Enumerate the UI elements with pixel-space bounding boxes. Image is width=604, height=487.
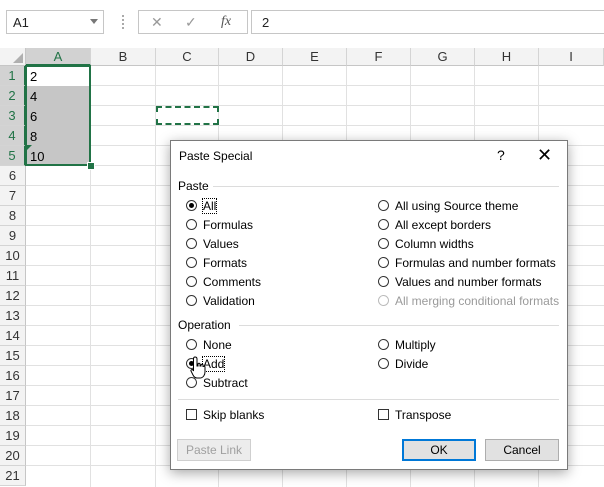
option-label: Formulas and number formats <box>395 256 556 270</box>
radio-icon <box>378 276 389 287</box>
row-header[interactable]: 12 <box>0 286 26 306</box>
operation-section-label: Operation <box>178 318 231 332</box>
row-header[interactable]: 16 <box>0 366 26 386</box>
column-header-g[interactable]: G <box>411 48 475 66</box>
row-header[interactable]: 18 <box>0 406 26 426</box>
gridline <box>26 125 604 126</box>
option-label: All <box>201 198 218 214</box>
option-label: Values and number formats <box>395 275 542 289</box>
row-header[interactable]: 4 <box>0 126 26 146</box>
radio-icon <box>378 200 389 211</box>
row-header[interactable]: 13 <box>0 306 26 326</box>
formula-bar-splitter[interactable] <box>122 15 124 29</box>
gridline <box>26 85 604 86</box>
option-label: Transpose <box>395 408 452 422</box>
mouse-pointer-icon <box>190 356 206 379</box>
close-icon[interactable]: ✕ <box>537 145 552 166</box>
radio-icon <box>186 219 197 230</box>
paste-link-button: Paste Link <box>177 439 251 461</box>
enter-icon[interactable]: ✓ <box>185 14 197 31</box>
name-box-value: A1 <box>13 15 29 30</box>
column-header-d[interactable]: D <box>219 48 283 66</box>
option-label: Multiply <box>395 338 436 352</box>
option-label: Column widths <box>395 237 474 251</box>
ok-button[interactable]: OK <box>402 439 476 461</box>
radio-icon <box>186 238 197 249</box>
column-header-f[interactable]: F <box>347 48 411 66</box>
row-header[interactable]: 1 <box>0 66 26 86</box>
column-header-i[interactable]: I <box>539 48 604 66</box>
paste-special-dialog: Paste Special ? ✕ Paste All Formulas Val… <box>170 140 568 470</box>
cancel-button[interactable]: Cancel <box>485 439 559 461</box>
selection-border <box>25 65 91 166</box>
checkbox-icon <box>378 409 389 420</box>
row-header[interactable]: 20 <box>0 446 26 466</box>
column-header-c[interactable]: C <box>156 48 219 66</box>
radio-icon <box>186 200 197 211</box>
column-header-h[interactable]: H <box>475 48 539 66</box>
row-header[interactable]: 10 <box>0 246 26 266</box>
column-header-e[interactable]: E <box>283 48 347 66</box>
option-label: Values <box>203 237 239 251</box>
option-label: All merging conditional formats <box>395 294 560 308</box>
help-icon[interactable]: ? <box>497 147 505 163</box>
separator <box>178 399 559 400</box>
paste-section-label: Paste <box>178 179 209 193</box>
row-header[interactable]: 14 <box>0 326 26 346</box>
select-all-corner[interactable] <box>0 48 26 66</box>
radio-icon <box>186 276 197 287</box>
row-header[interactable]: 5 <box>0 146 26 166</box>
option-label: All using Source theme <box>395 199 519 213</box>
row-header[interactable]: 17 <box>0 386 26 406</box>
separator <box>239 325 559 326</box>
option-label: Subtract <box>203 376 248 390</box>
row-header[interactable]: 19 <box>0 426 26 446</box>
option-label: Divide <box>395 357 429 371</box>
row-header[interactable]: 7 <box>0 186 26 206</box>
row-header[interactable]: 6 <box>0 166 26 186</box>
radio-icon <box>378 238 389 249</box>
row-header[interactable]: 2 <box>0 86 26 106</box>
radio-icon <box>186 257 197 268</box>
fill-handle[interactable] <box>87 162 95 170</box>
row-header[interactable]: 15 <box>0 346 26 366</box>
radio-icon <box>378 219 389 230</box>
option-label: Validation <box>203 294 255 308</box>
column-header-b[interactable]: B <box>91 48 156 66</box>
insert-function-icon[interactable]: fx <box>221 14 231 30</box>
radio-icon <box>378 295 389 306</box>
option-label: Comments <box>203 275 262 289</box>
option-label: Formats <box>203 256 248 270</box>
option-label: Skip blanks <box>203 408 265 422</box>
radio-icon <box>378 257 389 268</box>
copy-marquee <box>156 106 219 125</box>
column-header-a[interactable]: A <box>26 48 91 66</box>
row-header[interactable]: 9 <box>0 226 26 246</box>
option-label: Formulas <box>203 218 254 232</box>
formula-bar-buttons: ✕ ✓ fx <box>138 10 248 34</box>
checkbox-icon <box>186 409 197 420</box>
separator <box>213 186 559 187</box>
name-box[interactable]: A1 <box>6 10 104 34</box>
option-label: All except borders <box>395 218 492 232</box>
formula-bar: A1 ✕ ✓ fx 2 <box>0 0 604 44</box>
name-box-dropdown-icon[interactable] <box>90 19 98 24</box>
option-label: Add <box>201 356 226 372</box>
gridline <box>26 105 604 106</box>
formula-input[interactable]: 2 <box>251 10 604 34</box>
row-header[interactable]: 8 <box>0 206 26 226</box>
dialog-title: Paste Special <box>179 149 253 163</box>
radio-icon <box>378 339 389 350</box>
row-header[interactable]: 21 <box>0 466 26 486</box>
row-header[interactable]: 11 <box>0 266 26 286</box>
radio-icon <box>186 339 197 350</box>
row-header[interactable]: 3 <box>0 106 26 126</box>
gridline <box>155 66 156 487</box>
cancel-icon[interactable]: ✕ <box>151 14 163 31</box>
formula-value: 2 <box>262 15 270 30</box>
radio-icon <box>378 358 389 369</box>
radio-icon <box>186 295 197 306</box>
option-label: None <box>203 338 232 352</box>
